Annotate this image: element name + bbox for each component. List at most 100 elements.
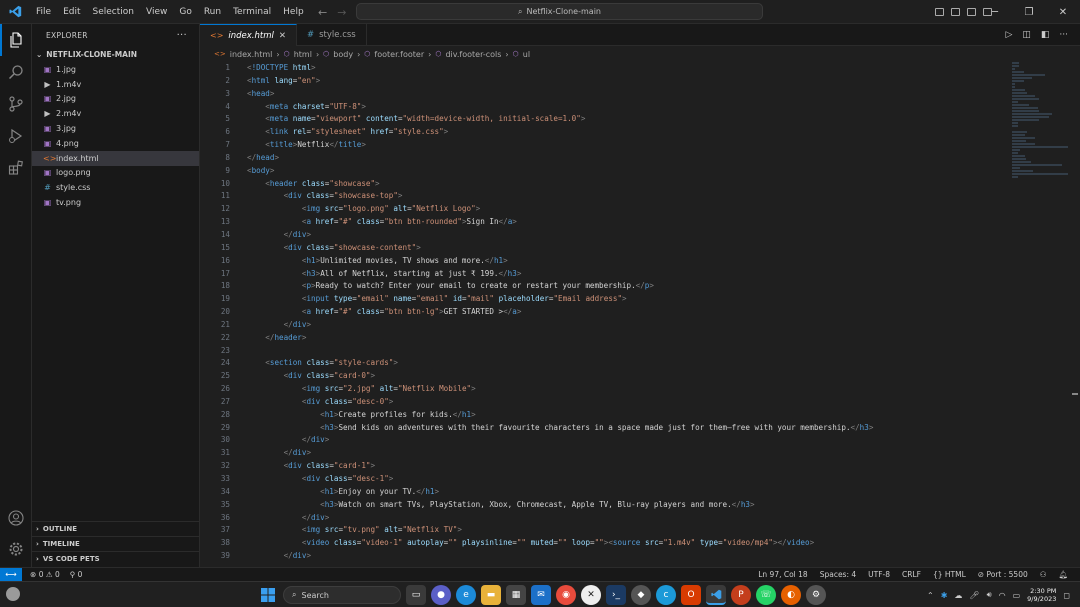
command-center[interactable]: ⌕ Netflix-Clone-main [356,3,763,20]
code-lines[interactable]: <!DOCTYPE html> <html lang="en"> <head> <m… [247,62,1007,563]
file-item[interactable]: ▣ 3.jpg [32,121,199,136]
code-line[interactable]: <link rel="stylesheet" href="style.css"> [247,126,1007,139]
vscode-taskbar-icon[interactable] [706,585,726,605]
code-line[interactable]: </div> [247,319,1007,332]
toggle-primary-sidebar-icon[interactable] [935,8,944,16]
remote-indicator-icon[interactable]: ⟷ [0,567,22,582]
teams-chat-icon[interactable]: ● [431,585,451,605]
file-explorer-icon[interactable]: ▬ [481,585,501,605]
split-editor-icon[interactable]: ◧ [1041,30,1050,40]
code-line[interactable]: <div class="desc-1"> [247,473,1007,486]
explorer-icon[interactable] [0,24,32,56]
code-line[interactable]: <img src="tv.png" alt="Netflix TV"> [247,524,1007,537]
code-line[interactable]: <img src="2.jpg" alt="Netflix Mobile"> [247,383,1007,396]
code-line[interactable]: <body> [247,165,1007,178]
toggle-secondary-sidebar-icon[interactable] [967,8,976,16]
menu-item-file[interactable]: File [30,0,57,24]
bluetooth-icon[interactable]: ✱ [941,591,948,600]
vscode-pets-section[interactable]: › VS CODE PETS [32,551,200,566]
code-editor[interactable]: 1 2 3 4 5 6 7 8 9 10 11 12 13 14 15 16 17 18 19 20 21 22 23 24 2… [200,62,1080,567]
code-line[interactable]: <h1>Unlimited movies, TV shows and more.… [247,255,1007,268]
cursor-position[interactable]: Ln 97, Col 18 [758,570,807,579]
code-line[interactable]: <a href="#" class="btn btn-rounded">Sign… [247,216,1007,229]
back-arrow-icon[interactable]: ← [318,6,327,19]
vscode-logo-icon[interactable] [0,0,30,24]
tab-style-css[interactable]: # style.css [297,24,367,46]
live-server-port[interactable]: ⊘ Port : 5500 [978,570,1028,579]
search-activity-icon[interactable] [0,56,32,88]
taskbar-search[interactable]: ⌕ Search [283,586,401,604]
copilot-icon[interactable]: ⚇ [1040,570,1047,579]
code-line[interactable]: <div class="card-0"> [247,370,1007,383]
task-view-icon[interactable]: ▭ [406,585,426,605]
terminal-icon[interactable]: ›_ [606,585,626,605]
extensions-icon[interactable] [0,152,32,184]
start-windows-icon[interactable] [258,585,278,605]
problems-indicator[interactable]: ⊗ 0 ⚠ 0 [30,570,60,579]
toggle-panel-icon[interactable] [951,8,960,16]
breadcrumb-item[interactable]: body [333,50,353,59]
volume-icon[interactable]: 🔊︎ [987,590,992,600]
code-line[interactable]: <div class="showcase-top"> [247,190,1007,203]
minimize-icon[interactable]: ─ [978,7,1012,18]
menu-item-selection[interactable]: Selection [87,0,140,24]
code-line[interactable]: <p>Ready to watch? Enter your email to c… [247,280,1007,293]
indentation[interactable]: Spaces: 4 [820,570,856,579]
code-line[interactable]: <h1>Create profiles for kids.</h1> [247,409,1007,422]
code-line[interactable]: <title>Netflix</title> [247,139,1007,152]
tab-index-html[interactable]: <> index.html ✕ [200,24,297,46]
file-item[interactable]: ▣ tv.png [32,195,199,210]
encoding[interactable]: UTF-8 [868,570,890,579]
ports-indicator[interactable]: ⚲ 0 [70,570,83,579]
code-line[interactable]: </header> [247,332,1007,345]
code-line[interactable]: </div> [247,447,1007,460]
store-icon[interactable]: ▦ [506,585,526,605]
file-item[interactable]: ▣ 2.jpg [32,92,199,107]
mail-icon[interactable]: ✉ [531,585,551,605]
wifi-icon[interactable]: ◠ [999,591,1006,600]
file-item[interactable]: ▶ 1.m4v [32,77,199,92]
code-line[interactable]: </div> [247,512,1007,525]
edge-dev-icon[interactable]: c [656,585,676,605]
weather-icon[interactable] [6,587,20,601]
code-line[interactable]: <input type="email" name="email" id="mai… [247,293,1007,306]
notifications-icon[interactable]: ◻ [1063,591,1070,600]
microphone-icon[interactable]: 🎤︎ [969,591,979,600]
account-icon[interactable] [0,502,32,534]
open-preview-icon[interactable]: ◫ [1022,30,1031,40]
file-item[interactable]: <> index.html [32,150,199,166]
office-icon[interactable]: O [681,585,701,605]
code-line[interactable]: <video class="video-1" autoplay="" plays… [247,537,1007,550]
settings-gear-icon[interactable] [0,533,32,565]
breadcrumb-item[interactable]: footer.footer [374,50,424,59]
restore-icon[interactable]: ❐ [1012,7,1046,18]
menu-item-terminal[interactable]: Terminal [227,0,277,24]
code-line[interactable]: <div class="showcase-content"> [247,242,1007,255]
menu-item-help[interactable]: Help [277,0,310,24]
code-line[interactable] [247,345,1007,358]
breadcrumb-item[interactable]: ul [523,50,530,59]
code-line[interactable]: <h3>Watch on smart TVs, PlayStation, Xbo… [247,499,1007,512]
menu-item-view[interactable]: View [140,0,173,24]
powerpoint-icon[interactable]: P [731,585,751,605]
code-line[interactable]: <header class="showcase"> [247,178,1007,191]
source-control-icon[interactable] [0,88,32,120]
workspace-folder[interactable]: ⌄ NETFLIX-CLONE-MAIN [32,46,199,62]
forward-arrow-icon[interactable]: → [337,6,346,19]
language-mode[interactable]: {} HTML [933,570,966,579]
code-line[interactable]: <h1>Enjoy on your TV.</h1> [247,486,1007,499]
code-line[interactable]: <section class="style-cards"> [247,357,1007,370]
code-line[interactable]: <html lang="en"> [247,75,1007,88]
outline-section[interactable]: › OUTLINE [32,521,200,536]
firefox-icon[interactable]: ◐ [781,585,801,605]
code-line[interactable]: <head> [247,88,1007,101]
code-line[interactable]: <a href="#" class="btn btn-lg">GET START… [247,306,1007,319]
battery-icon[interactable]: ▭ [1013,591,1021,600]
file-item[interactable]: ▣ 4.png [32,136,199,151]
code-line[interactable]: </div> [247,434,1007,447]
minimap[interactable] [1012,62,1068,192]
file-item[interactable]: ▣ 1.jpg [32,62,199,77]
close-tab-icon[interactable]: ✕ [279,31,286,41]
chevron-up-icon[interactable]: ⌃ [927,591,934,600]
code-line[interactable]: <h3>Send kids on adventures with their f… [247,422,1007,435]
